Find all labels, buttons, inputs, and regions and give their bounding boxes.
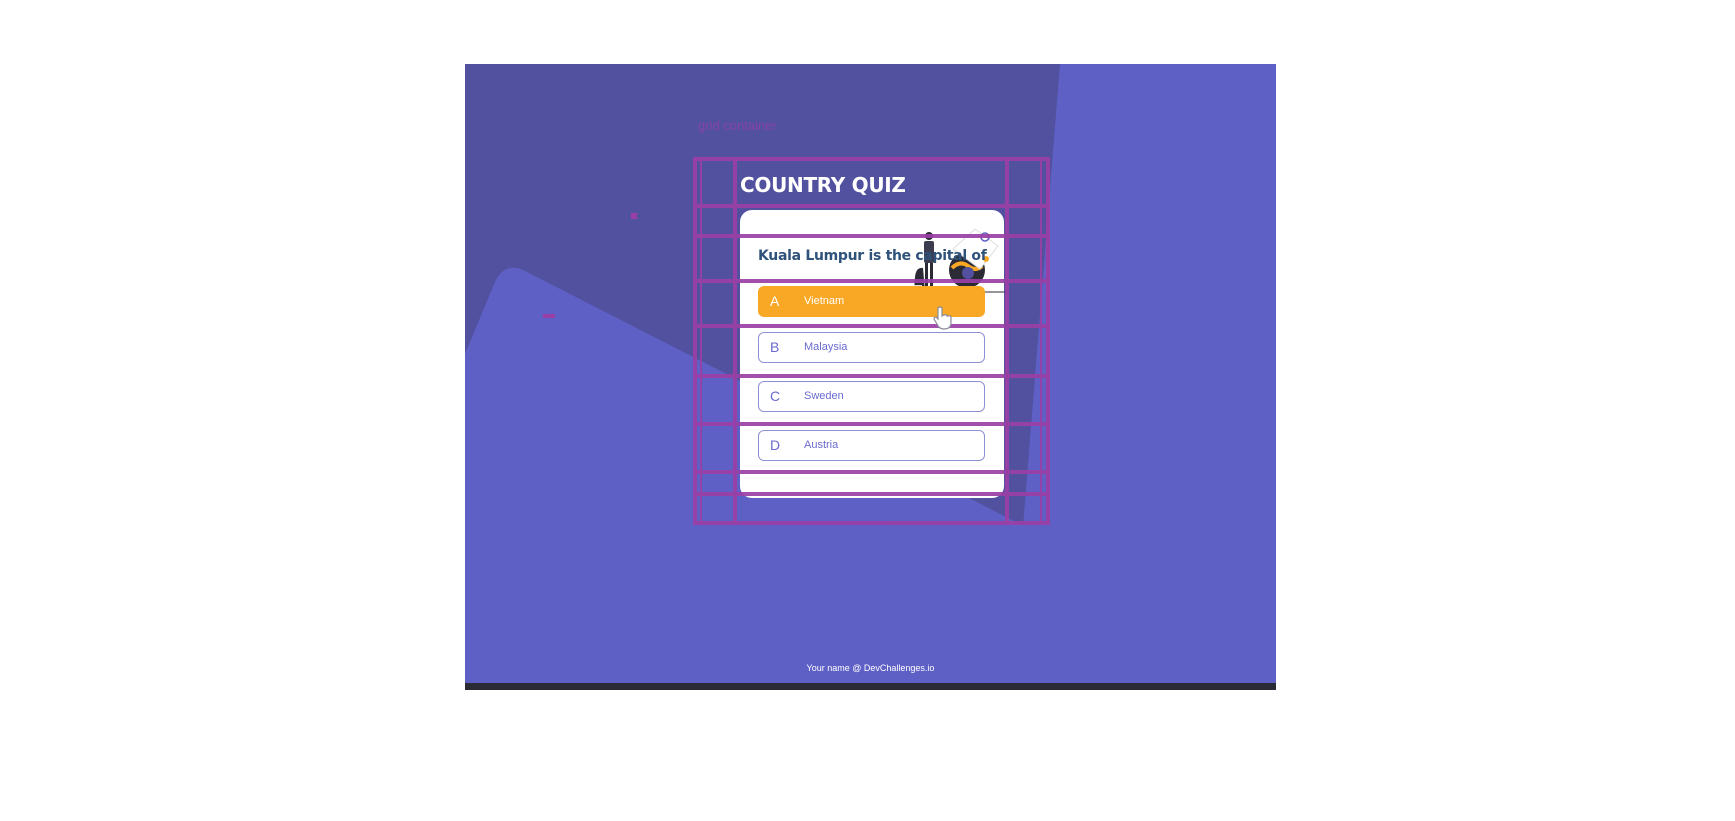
hand-pointer-cursor-icon (933, 306, 952, 330)
overlay-marker (543, 314, 555, 318)
overlay-marker (631, 213, 637, 219)
bottom-edge-bar (465, 683, 1276, 690)
footer-credit: Your name @ DevChallenges.io (806, 663, 935, 673)
grid-container-overlay (693, 157, 1050, 525)
app-viewport: grid container COUNTRY QUIZ Kuala Lumpur… (465, 64, 1276, 690)
